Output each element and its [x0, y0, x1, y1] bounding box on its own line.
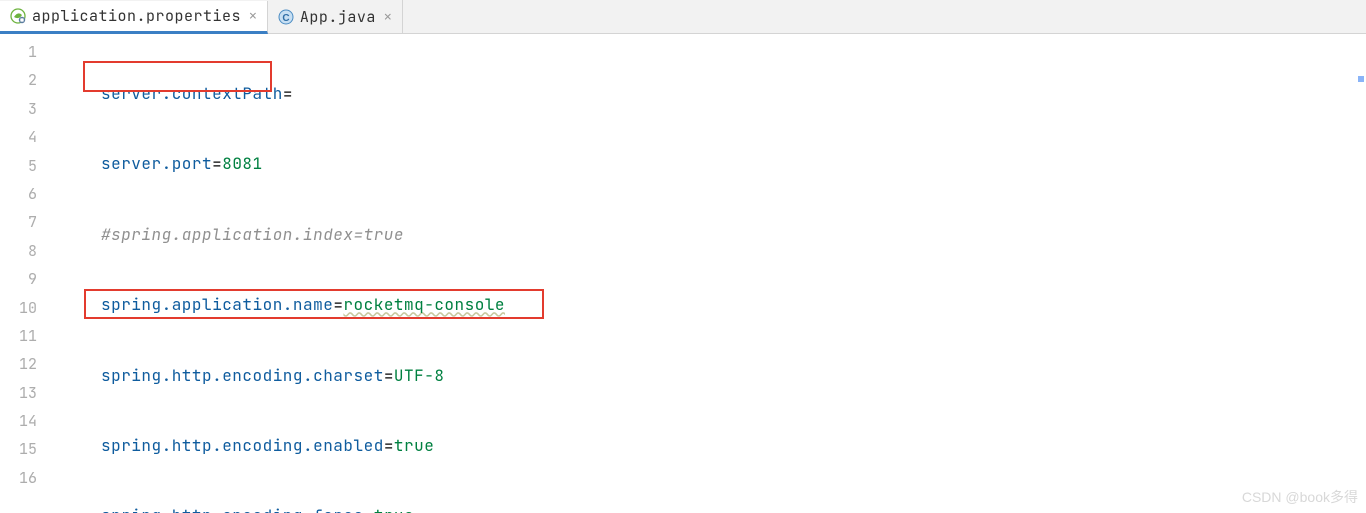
line-gutter: 1 2 3 4 5 6 7 8 9 10 11 12 13 14 15 16 [0, 34, 65, 513]
tab-label: App.java [300, 7, 376, 27]
close-icon[interactable]: ✕ [382, 8, 394, 25]
line-number: 5 [0, 152, 65, 180]
code-line: #spring.application.index=true [101, 221, 1366, 249]
line-number: 8 [0, 237, 65, 265]
line-number: 3 [0, 95, 65, 123]
code-line: spring.http.encoding.charset=UTF-8 [101, 362, 1366, 390]
line-number: 7 [0, 208, 65, 236]
code-line: spring.application.name=rocketmq-console [101, 291, 1366, 319]
tab-app-java[interactable]: C App.java ✕ [268, 0, 403, 33]
code-area[interactable]: server.contextPath= server.port=8081 #sp… [65, 34, 1366, 513]
line-number: 6 [0, 180, 65, 208]
code-line: server.contextPath= [101, 80, 1366, 108]
line-number: 11 [0, 322, 65, 350]
svg-text:C: C [282, 13, 289, 24]
tab-application-properties[interactable]: application.properties ✕ [0, 1, 268, 34]
line-number: 9 [0, 265, 65, 293]
scrollbar-marker [1358, 76, 1364, 82]
java-class-icon: C [278, 9, 294, 25]
close-icon[interactable]: ✕ [247, 7, 259, 24]
code-line: spring.http.encoding.enabled=true [101, 432, 1366, 460]
line-number: 4 [0, 123, 65, 151]
line-number: 13 [0, 379, 65, 407]
line-number: 14 [0, 407, 65, 435]
code-line: server.port=8081 [101, 150, 1366, 178]
watermark: CSDN @book多得 [1242, 487, 1358, 507]
code-editor[interactable]: 1 2 3 4 5 6 7 8 9 10 11 12 13 14 15 16 s… [0, 34, 1366, 513]
code-line: spring.http.encoding.force=true [101, 502, 1366, 513]
line-number: 2 [0, 66, 65, 94]
line-number: 12 [0, 350, 65, 378]
spring-config-icon [10, 8, 26, 24]
line-number: 1 [0, 38, 65, 66]
tab-bar: application.properties ✕ C App.java ✕ [0, 0, 1366, 34]
line-number: 15 [0, 435, 65, 463]
tab-label: application.properties [32, 6, 241, 26]
line-number: 16 [0, 464, 65, 492]
line-number: 10 [0, 294, 65, 322]
